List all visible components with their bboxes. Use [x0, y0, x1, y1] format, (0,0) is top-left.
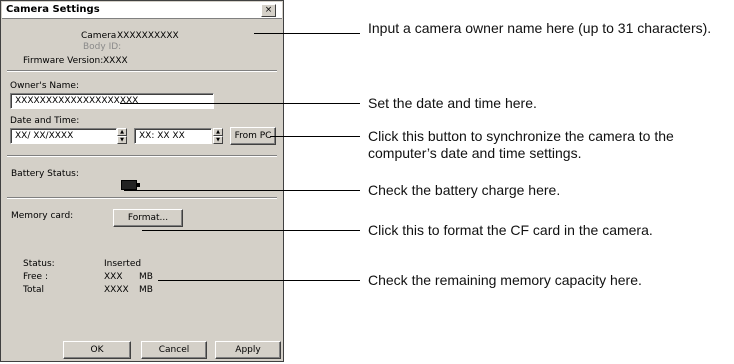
date-spinner[interactable]: ▲ ▼	[117, 128, 127, 144]
total-unit: MB	[139, 285, 153, 295]
free-unit: MB	[139, 272, 153, 282]
callout-date-time: Set the date and time here.	[368, 95, 537, 111]
apply-button[interactable]: Apply	[215, 341, 281, 359]
callout-format: Click this to format the CF card in the …	[368, 222, 653, 238]
callout-line-format	[142, 230, 360, 231]
callout-line-battery	[124, 190, 360, 191]
firmware-label: Firmware Version:	[23, 56, 104, 66]
cancel-button[interactable]: Cancel	[141, 341, 207, 359]
callout-owner-name: Input a camera owner name here (up to 31…	[368, 20, 712, 36]
total-label: Total	[23, 285, 45, 295]
status-label: Status:	[23, 259, 55, 269]
title-bar: Camera Settings ×	[2, 2, 282, 19]
spin-down-icon[interactable]: ▼	[213, 136, 223, 144]
battery-icon	[121, 180, 140, 190]
separator	[7, 197, 277, 199]
firmware-value: XXXX	[103, 56, 128, 66]
separator	[7, 70, 277, 72]
callout-battery: Check the battery charge here.	[368, 182, 561, 198]
body-id-label: Body ID:	[83, 42, 122, 52]
camera-model-value: XXXXXXXXXX	[117, 31, 179, 41]
callout-line-date-time	[120, 103, 360, 104]
spin-up-icon[interactable]: ▲	[213, 128, 223, 136]
time-spinner[interactable]: ▲ ▼	[213, 128, 223, 144]
ok-button[interactable]: OK	[63, 341, 131, 359]
owner-name-label: Owner's Name:	[10, 81, 79, 91]
dialog-title: Camera Settings	[6, 4, 100, 15]
date-time-label: Date and Time:	[10, 116, 80, 126]
free-label: Free :	[23, 272, 48, 282]
callout-line-owner	[254, 33, 360, 34]
spin-down-icon[interactable]: ▼	[117, 136, 127, 144]
status-value: Inserted	[104, 259, 142, 269]
close-icon: ×	[264, 5, 273, 15]
battery-status-label: Battery Status:	[11, 169, 79, 179]
close-button[interactable]: ×	[261, 4, 276, 17]
separator	[7, 155, 277, 157]
spin-up-icon[interactable]: ▲	[117, 128, 127, 136]
camera-settings-dialog: Camera Settings × Camera XXXXXXXXXX Body…	[0, 0, 284, 362]
callout-line-memory	[158, 280, 360, 281]
callout-from-pc: Click this button to synchronize the cam…	[368, 128, 674, 161]
memory-card-label: Memory card:	[11, 211, 74, 221]
free-value: XXX	[104, 272, 123, 282]
date-field[interactable]: XX/ XX/XXXX	[10, 128, 117, 144]
format-button[interactable]: Format...	[113, 209, 183, 227]
total-value: XXXX	[104, 285, 129, 295]
time-field[interactable]: XX: XX XX	[134, 128, 212, 144]
callout-line-from-pc	[270, 136, 360, 137]
owner-name-field[interactable]: XXXXXXXXXXXXXXXXXXXX	[10, 93, 214, 109]
camera-label: Camera	[81, 31, 117, 41]
callout-memory: Check the remaining memory capacity here…	[368, 272, 642, 288]
